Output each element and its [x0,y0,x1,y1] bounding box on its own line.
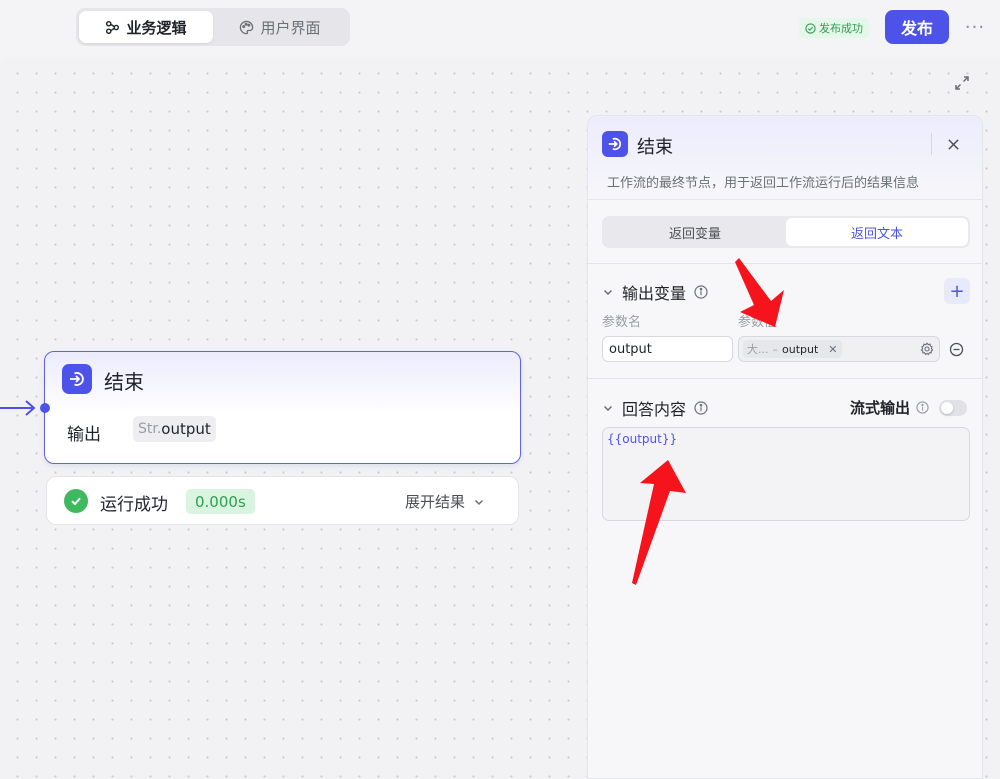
return-mode-tabs: 返回变量 返回文本 [602,216,970,248]
panel-header: 结束 工作流的最终节点，用于返回工作流运行后的结果信息 [588,116,982,200]
remove-chip-icon[interactable]: ✕ [828,343,837,356]
header-divider [931,133,932,155]
success-check-icon [64,489,88,513]
tab-user-interface-label: 用户界面 [260,18,321,37]
panel-description: 工作流的最终节点，用于返回工作流运行后的结果信息 [607,176,920,191]
param-value-selector[interactable]: 大... – output ✕ [738,336,940,362]
check-circle-icon [805,22,816,34]
divider [588,263,982,264]
stream-output-toggle[interactable] [939,399,968,416]
tab-return-text[interactable]: 返回文本 [786,218,968,246]
output-variables-title: 输出变量 [622,284,687,303]
publish-button[interactable]: 发布 [885,10,949,44]
column-param-name: 参数名 [602,315,642,330]
stream-output-label: 流式输出 [850,399,911,417]
variable-source: 大... [747,343,769,356]
answer-content-editor[interactable]: {{output}} [602,427,970,521]
chevron-down-icon [603,405,613,412]
publish-status-badge: 发布成功 [799,18,869,38]
variable-type: Str. [138,421,162,437]
node-output-label: 输出 [67,425,101,445]
variable-ref-name: output [782,342,819,356]
palette-icon [240,20,254,34]
publish-status-text: 发布成功 [819,22,863,35]
gear-icon[interactable] [920,342,934,356]
run-result-bar: 运行成功 0.000s 展开结果 [46,476,519,525]
more-options-icon[interactable]: ··· [962,14,988,40]
panel-title: 结束 [637,137,673,158]
output-variables-header[interactable]: 输出变量 [602,280,708,304]
node-title: 结束 [104,370,144,394]
variable-reference-chip: 大... – output ✕ [743,340,842,358]
chevron-down-icon [474,499,484,505]
variable-name: output [161,420,211,438]
tab-business-logic[interactable]: 业务逻辑 [79,11,213,43]
panel-end-node-icon [602,131,628,157]
column-param-value: 参数值 [738,315,778,330]
chevron-down-icon [603,289,613,296]
run-time-badge: 0.000s [186,489,255,514]
info-icon[interactable] [694,285,708,299]
end-node[interactable]: 结束 输出 Str. output [40,351,521,464]
answer-content-title: 回答内容 [622,400,687,419]
top-bar: 业务逻辑 用户界面 发布成功 发布 ··· [0,0,1000,56]
divider [588,378,982,379]
remove-row-icon[interactable] [949,342,964,357]
expand-results-label: 展开结果 [405,493,466,511]
answer-content-header[interactable]: 回答内容 [602,396,708,420]
tab-return-variables[interactable]: 返回变量 [604,218,786,246]
workflow-icon [106,20,120,34]
exit-icon [608,137,622,151]
fullscreen-icon[interactable] [953,74,971,92]
info-icon[interactable] [694,401,708,415]
add-variable-button[interactable]: + [944,278,970,304]
stream-output-control: 流式输出 [850,397,968,418]
tab-user-interface[interactable]: 用户界面 [213,11,347,43]
node-output-variable: Str. output [133,416,216,442]
exit-icon [70,372,84,386]
run-status-text: 运行成功 [100,495,168,515]
tab-business-logic-label: 业务逻辑 [126,18,187,37]
node-input-handle[interactable] [40,403,50,413]
close-icon[interactable] [942,133,964,155]
node-settings-panel: 结束 工作流的最终节点，用于返回工作流运行后的结果信息 返回变量 返回文本 输出… [587,115,983,779]
info-icon[interactable] [916,401,929,414]
expand-results-button[interactable]: 展开结果 [405,491,485,512]
view-switcher: 业务逻辑 用户界面 [76,8,350,46]
incoming-edge-arrow [0,400,36,416]
end-node-icon [62,364,92,394]
param-name-input[interactable] [602,336,733,362]
